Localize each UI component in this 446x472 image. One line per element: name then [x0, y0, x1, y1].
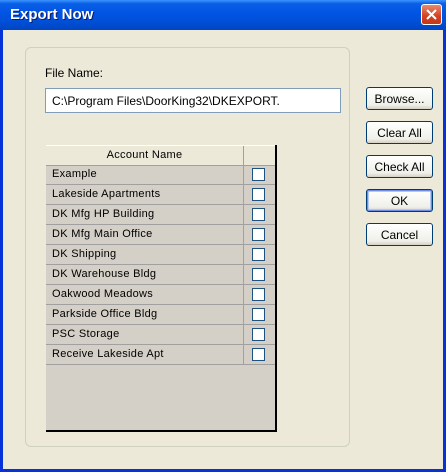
- account-name-cell[interactable]: Example: [46, 165, 244, 185]
- select-cell[interactable]: [244, 265, 275, 285]
- account-name-cell[interactable]: Parkside Office Bldg: [46, 305, 244, 325]
- row-checkbox[interactable]: [252, 248, 265, 261]
- table-row[interactable]: DK Mfg Main Office: [46, 225, 275, 245]
- row-checkbox[interactable]: [252, 308, 265, 321]
- table-row[interactable]: DK Warehouse Bldg: [46, 265, 275, 285]
- select-cell[interactable]: [244, 185, 275, 205]
- account-name-cell[interactable]: Receive Lakeside Apt: [46, 345, 244, 365]
- row-checkbox[interactable]: [252, 188, 265, 201]
- row-checkbox[interactable]: [252, 348, 265, 361]
- row-checkbox[interactable]: [252, 168, 265, 181]
- select-cell[interactable]: [244, 285, 275, 305]
- row-checkbox[interactable]: [252, 268, 265, 281]
- cancel-button[interactable]: Cancel: [366, 223, 433, 246]
- select-cell[interactable]: [244, 305, 275, 325]
- table-row[interactable]: Parkside Office Bldg: [46, 305, 275, 325]
- table-row[interactable]: Lakeside Apartments: [46, 185, 275, 205]
- close-icon: [426, 9, 437, 20]
- account-grid[interactable]: Account Name Example Lakeside Apartments…: [46, 145, 277, 432]
- row-checkbox[interactable]: [252, 328, 265, 341]
- table-row[interactable]: Receive Lakeside Apt: [46, 345, 275, 365]
- account-name-cell[interactable]: Oakwood Meadows: [46, 285, 244, 305]
- file-name-input[interactable]: C:\Program Files\DoorKing32\DKEXPORT.: [45, 88, 341, 113]
- window-title: Export Now: [10, 6, 94, 23]
- account-name-cell[interactable]: DK Shipping: [46, 245, 244, 265]
- grid-header-row: Account Name: [46, 145, 275, 166]
- table-row[interactable]: Example: [46, 165, 275, 185]
- account-name-header[interactable]: Account Name: [46, 146, 244, 166]
- title-bar[interactable]: Export Now: [0, 0, 446, 30]
- select-cell[interactable]: [244, 205, 275, 225]
- check-column-header[interactable]: [244, 146, 275, 166]
- select-cell[interactable]: [244, 225, 275, 245]
- ok-button[interactable]: OK: [366, 189, 433, 212]
- browse-button[interactable]: Browse...: [366, 87, 433, 110]
- account-name-cell[interactable]: DK Warehouse Bldg: [46, 265, 244, 285]
- select-cell[interactable]: [244, 325, 275, 345]
- select-cell[interactable]: [244, 245, 275, 265]
- row-checkbox[interactable]: [252, 288, 265, 301]
- select-cell[interactable]: [244, 165, 275, 185]
- table-row[interactable]: Oakwood Meadows: [46, 285, 275, 305]
- file-name-label: File Name:: [45, 66, 104, 80]
- close-button[interactable]: [421, 4, 442, 25]
- row-checkbox[interactable]: [252, 208, 265, 221]
- table-row[interactable]: PSC Storage: [46, 325, 275, 345]
- table-row[interactable]: DK Mfg HP Building: [46, 205, 275, 225]
- check-all-button[interactable]: Check All: [366, 155, 433, 178]
- account-name-cell[interactable]: Lakeside Apartments: [46, 185, 244, 205]
- account-name-cell[interactable]: PSC Storage: [46, 325, 244, 345]
- row-checkbox[interactable]: [252, 228, 265, 241]
- select-cell[interactable]: [244, 345, 275, 365]
- account-name-cell[interactable]: DK Mfg HP Building: [46, 205, 244, 225]
- clear-all-button[interactable]: Clear All: [366, 121, 433, 144]
- account-name-cell[interactable]: DK Mfg Main Office: [46, 225, 244, 245]
- table-row[interactable]: DK Shipping: [46, 245, 275, 265]
